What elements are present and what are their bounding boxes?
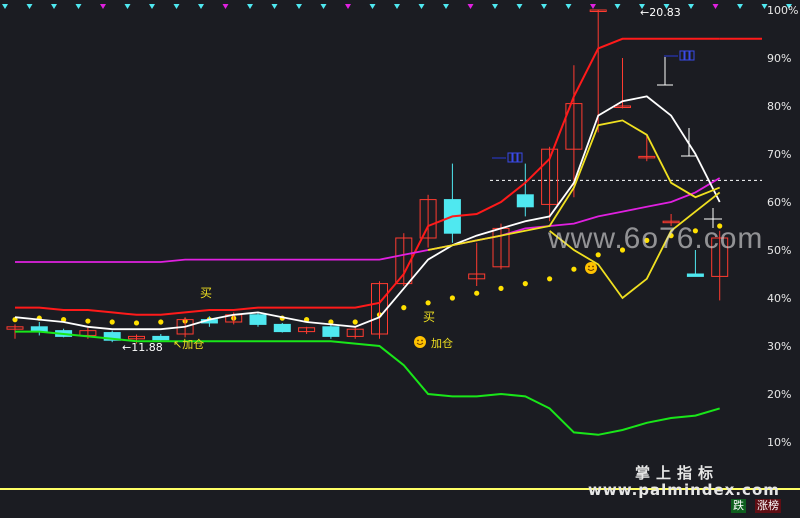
upper-band-line bbox=[15, 37, 720, 316]
top-marker bbox=[565, 4, 572, 9]
smiley-icon bbox=[414, 336, 426, 348]
dot-marker bbox=[401, 305, 407, 311]
buy-signal-label: 买 bbox=[423, 310, 435, 324]
top-marker bbox=[590, 4, 596, 9]
y-tick-label: 80% bbox=[767, 100, 791, 113]
buy-signal-label: 买 bbox=[200, 286, 212, 300]
watermark-site-6o76: www.6o76.com bbox=[548, 222, 764, 255]
top-marker bbox=[614, 4, 621, 9]
top-marker bbox=[51, 4, 57, 9]
rise-ranking-button[interactable]: 涨榜 bbox=[755, 499, 781, 513]
dot-marker bbox=[425, 300, 431, 306]
dot-marker bbox=[571, 266, 577, 272]
top-marker bbox=[418, 4, 425, 9]
smiley-icon bbox=[588, 265, 590, 268]
dot-marker bbox=[133, 320, 140, 326]
candle-body bbox=[322, 326, 340, 337]
top-marker bbox=[516, 4, 523, 9]
smiley-icon bbox=[592, 265, 594, 268]
dot-marker bbox=[547, 276, 553, 282]
top-marker bbox=[222, 4, 229, 9]
dot-marker bbox=[522, 281, 528, 287]
y-tick-label: 60% bbox=[767, 196, 791, 209]
dot-marker bbox=[498, 285, 504, 291]
smiley-icon bbox=[585, 262, 597, 274]
chart-area: 100% 90% 80% 70% 60% 50% 40% 30% 20% 10% ←11.88 ←2… bbox=[0, 0, 800, 514]
top-marker bbox=[247, 4, 253, 9]
y-tick-label: 10% bbox=[767, 436, 791, 449]
dot-marker bbox=[449, 295, 455, 301]
top-marker bbox=[173, 4, 180, 9]
top-marker bbox=[124, 4, 131, 9]
top-marker bbox=[75, 4, 82, 9]
y-tick-label: 30% bbox=[767, 340, 791, 353]
top-marker bbox=[345, 4, 351, 9]
top-marker bbox=[271, 4, 278, 9]
signal-glyph bbox=[517, 152, 523, 163]
watermark-site-palmindex: www.palmindex.com bbox=[588, 481, 780, 499]
add-position-label: ↖加仓 bbox=[173, 337, 204, 351]
dot-marker bbox=[158, 319, 164, 325]
dot-marker bbox=[109, 319, 115, 325]
fall-ranking-button[interactable]: 跌 bbox=[731, 499, 746, 513]
candle-body bbox=[273, 323, 291, 333]
high-price-label: ←20.83 bbox=[640, 6, 681, 19]
smiley-icon bbox=[417, 339, 419, 342]
top-marker bbox=[100, 4, 106, 9]
top-marker bbox=[369, 4, 376, 9]
top-marker bbox=[688, 4, 694, 9]
top-marker bbox=[443, 4, 449, 9]
top-marker bbox=[296, 4, 302, 9]
smiley-icon bbox=[421, 339, 423, 342]
top-marker bbox=[541, 4, 547, 9]
dot-marker bbox=[352, 319, 358, 325]
signal-glyph bbox=[512, 152, 518, 163]
top-marker bbox=[26, 4, 33, 9]
top-marker bbox=[737, 4, 743, 9]
top-marker bbox=[198, 4, 204, 9]
signal-glyph bbox=[684, 50, 690, 61]
top-marker bbox=[149, 4, 155, 9]
top-marker bbox=[712, 4, 719, 9]
lower-band-line bbox=[15, 330, 720, 436]
dot-marker bbox=[474, 290, 480, 296]
watermark-brand: 掌上指标 bbox=[635, 464, 720, 482]
candle-body bbox=[516, 194, 534, 208]
candlestick-chart: 100% 90% 80% 70% 60% 50% 40% 30% 20% 10% ←11.88 ←2… bbox=[0, 4, 800, 490]
low-price-label: ←11.88 bbox=[122, 341, 163, 354]
y-tick-label: 100% bbox=[767, 4, 798, 17]
top-marker bbox=[467, 4, 474, 9]
y-tick-label: 20% bbox=[767, 388, 791, 401]
dot-marker bbox=[85, 318, 91, 324]
candle-body bbox=[152, 335, 170, 341]
top-marker bbox=[394, 4, 400, 9]
signal-glyph bbox=[689, 50, 695, 61]
top-marker bbox=[320, 4, 327, 9]
top-marker bbox=[492, 4, 498, 9]
candle-body bbox=[249, 314, 267, 325]
y-tick-label: 40% bbox=[767, 292, 791, 305]
candle-body bbox=[686, 273, 704, 277]
add-position-label: 加仓 bbox=[431, 336, 453, 350]
y-tick-label: 90% bbox=[767, 52, 791, 65]
signal-glyph bbox=[679, 50, 685, 61]
signal-glyph bbox=[507, 152, 513, 163]
top-marker bbox=[2, 4, 8, 9]
y-tick-label: 50% bbox=[767, 244, 791, 257]
y-tick-label: 70% bbox=[767, 148, 791, 161]
